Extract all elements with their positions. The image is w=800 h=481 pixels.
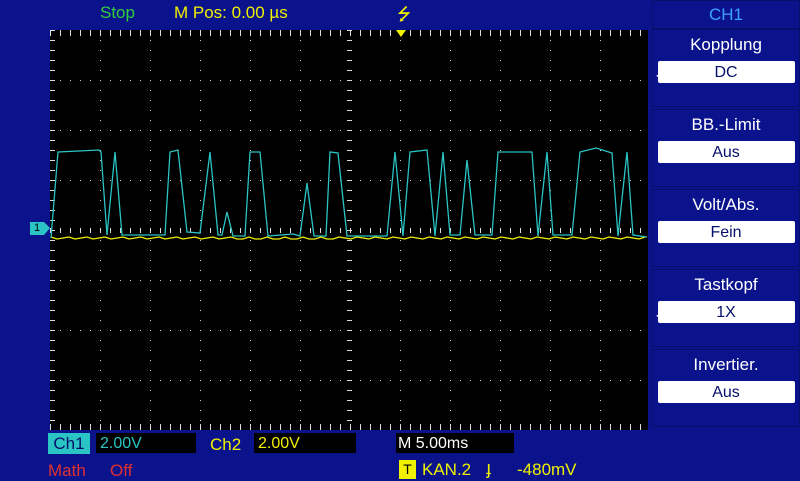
time-scale: M 5.00ms bbox=[396, 433, 514, 453]
ch2-scale: 2.00V bbox=[254, 433, 356, 453]
menu-item-label: Invertier. bbox=[693, 355, 759, 374]
trigger-position-marker bbox=[396, 30, 406, 37]
menu-item-bb-limit[interactable]: BB.-Limit Aus bbox=[652, 109, 800, 187]
trigger-source: KAN.2 bbox=[422, 460, 472, 479]
math-label[interactable]: Math bbox=[48, 461, 86, 481]
math-state: Off bbox=[110, 461, 133, 480]
menu-header: CH1 bbox=[652, 0, 800, 29]
menu-item-label: Volt/Abs. bbox=[692, 195, 760, 214]
left-arrow-icon: ◀ bbox=[656, 311, 663, 320]
ch1-scale: 2.00V bbox=[96, 433, 196, 453]
menu-item-tastkopf[interactable]: Tastkopf 1X ◀ bbox=[652, 269, 800, 347]
run-status: Stop bbox=[100, 3, 135, 22]
trigger-badge: T bbox=[399, 460, 416, 479]
menu-item-value[interactable]: 1X bbox=[657, 301, 795, 323]
ch1-trace bbox=[50, 147, 648, 239]
waveform-display bbox=[50, 30, 648, 431]
ch1-ground-marker[interactable]: 1 bbox=[30, 222, 44, 235]
left-arrow-icon: ◀ bbox=[656, 71, 663, 80]
usb-icon: ⭍ bbox=[397, 5, 412, 24]
menu-item-label: Tastkopf bbox=[694, 275, 758, 294]
graticule bbox=[50, 30, 648, 431]
ch2-label[interactable]: Ch2 bbox=[210, 435, 241, 455]
menu-item-value[interactable]: Aus bbox=[657, 141, 795, 163]
menu-item-invertier-[interactable]: Invertier. Aus bbox=[652, 349, 800, 427]
trigger-level: -480mV bbox=[517, 460, 577, 479]
rising-edge-icon: ɟ bbox=[486, 458, 492, 478]
menu-item-label: Kopplung bbox=[690, 35, 762, 54]
menu-item-volt-abs-[interactable]: Volt/Abs. Fein bbox=[652, 189, 800, 267]
channel-menu: CH1 Kopplung DC ◀ BB.-Limit Aus Volt/Abs. F… bbox=[650, 0, 800, 480]
ch1-label[interactable]: Ch1 bbox=[48, 433, 90, 454]
ch2-trace bbox=[50, 236, 646, 240]
menu-item-value[interactable]: Fein bbox=[657, 221, 795, 243]
menu-item-value[interactable]: DC bbox=[657, 61, 795, 83]
menu-item-value[interactable]: Aus bbox=[657, 381, 795, 403]
menu-item-kopplung[interactable]: Kopplung DC ◀ bbox=[652, 29, 800, 107]
menu-item-label: BB.-Limit bbox=[691, 115, 761, 134]
horizontal-position: M Pos: 0.00 µs bbox=[174, 3, 288, 22]
ch1-marker-arrow-icon bbox=[44, 222, 50, 235]
